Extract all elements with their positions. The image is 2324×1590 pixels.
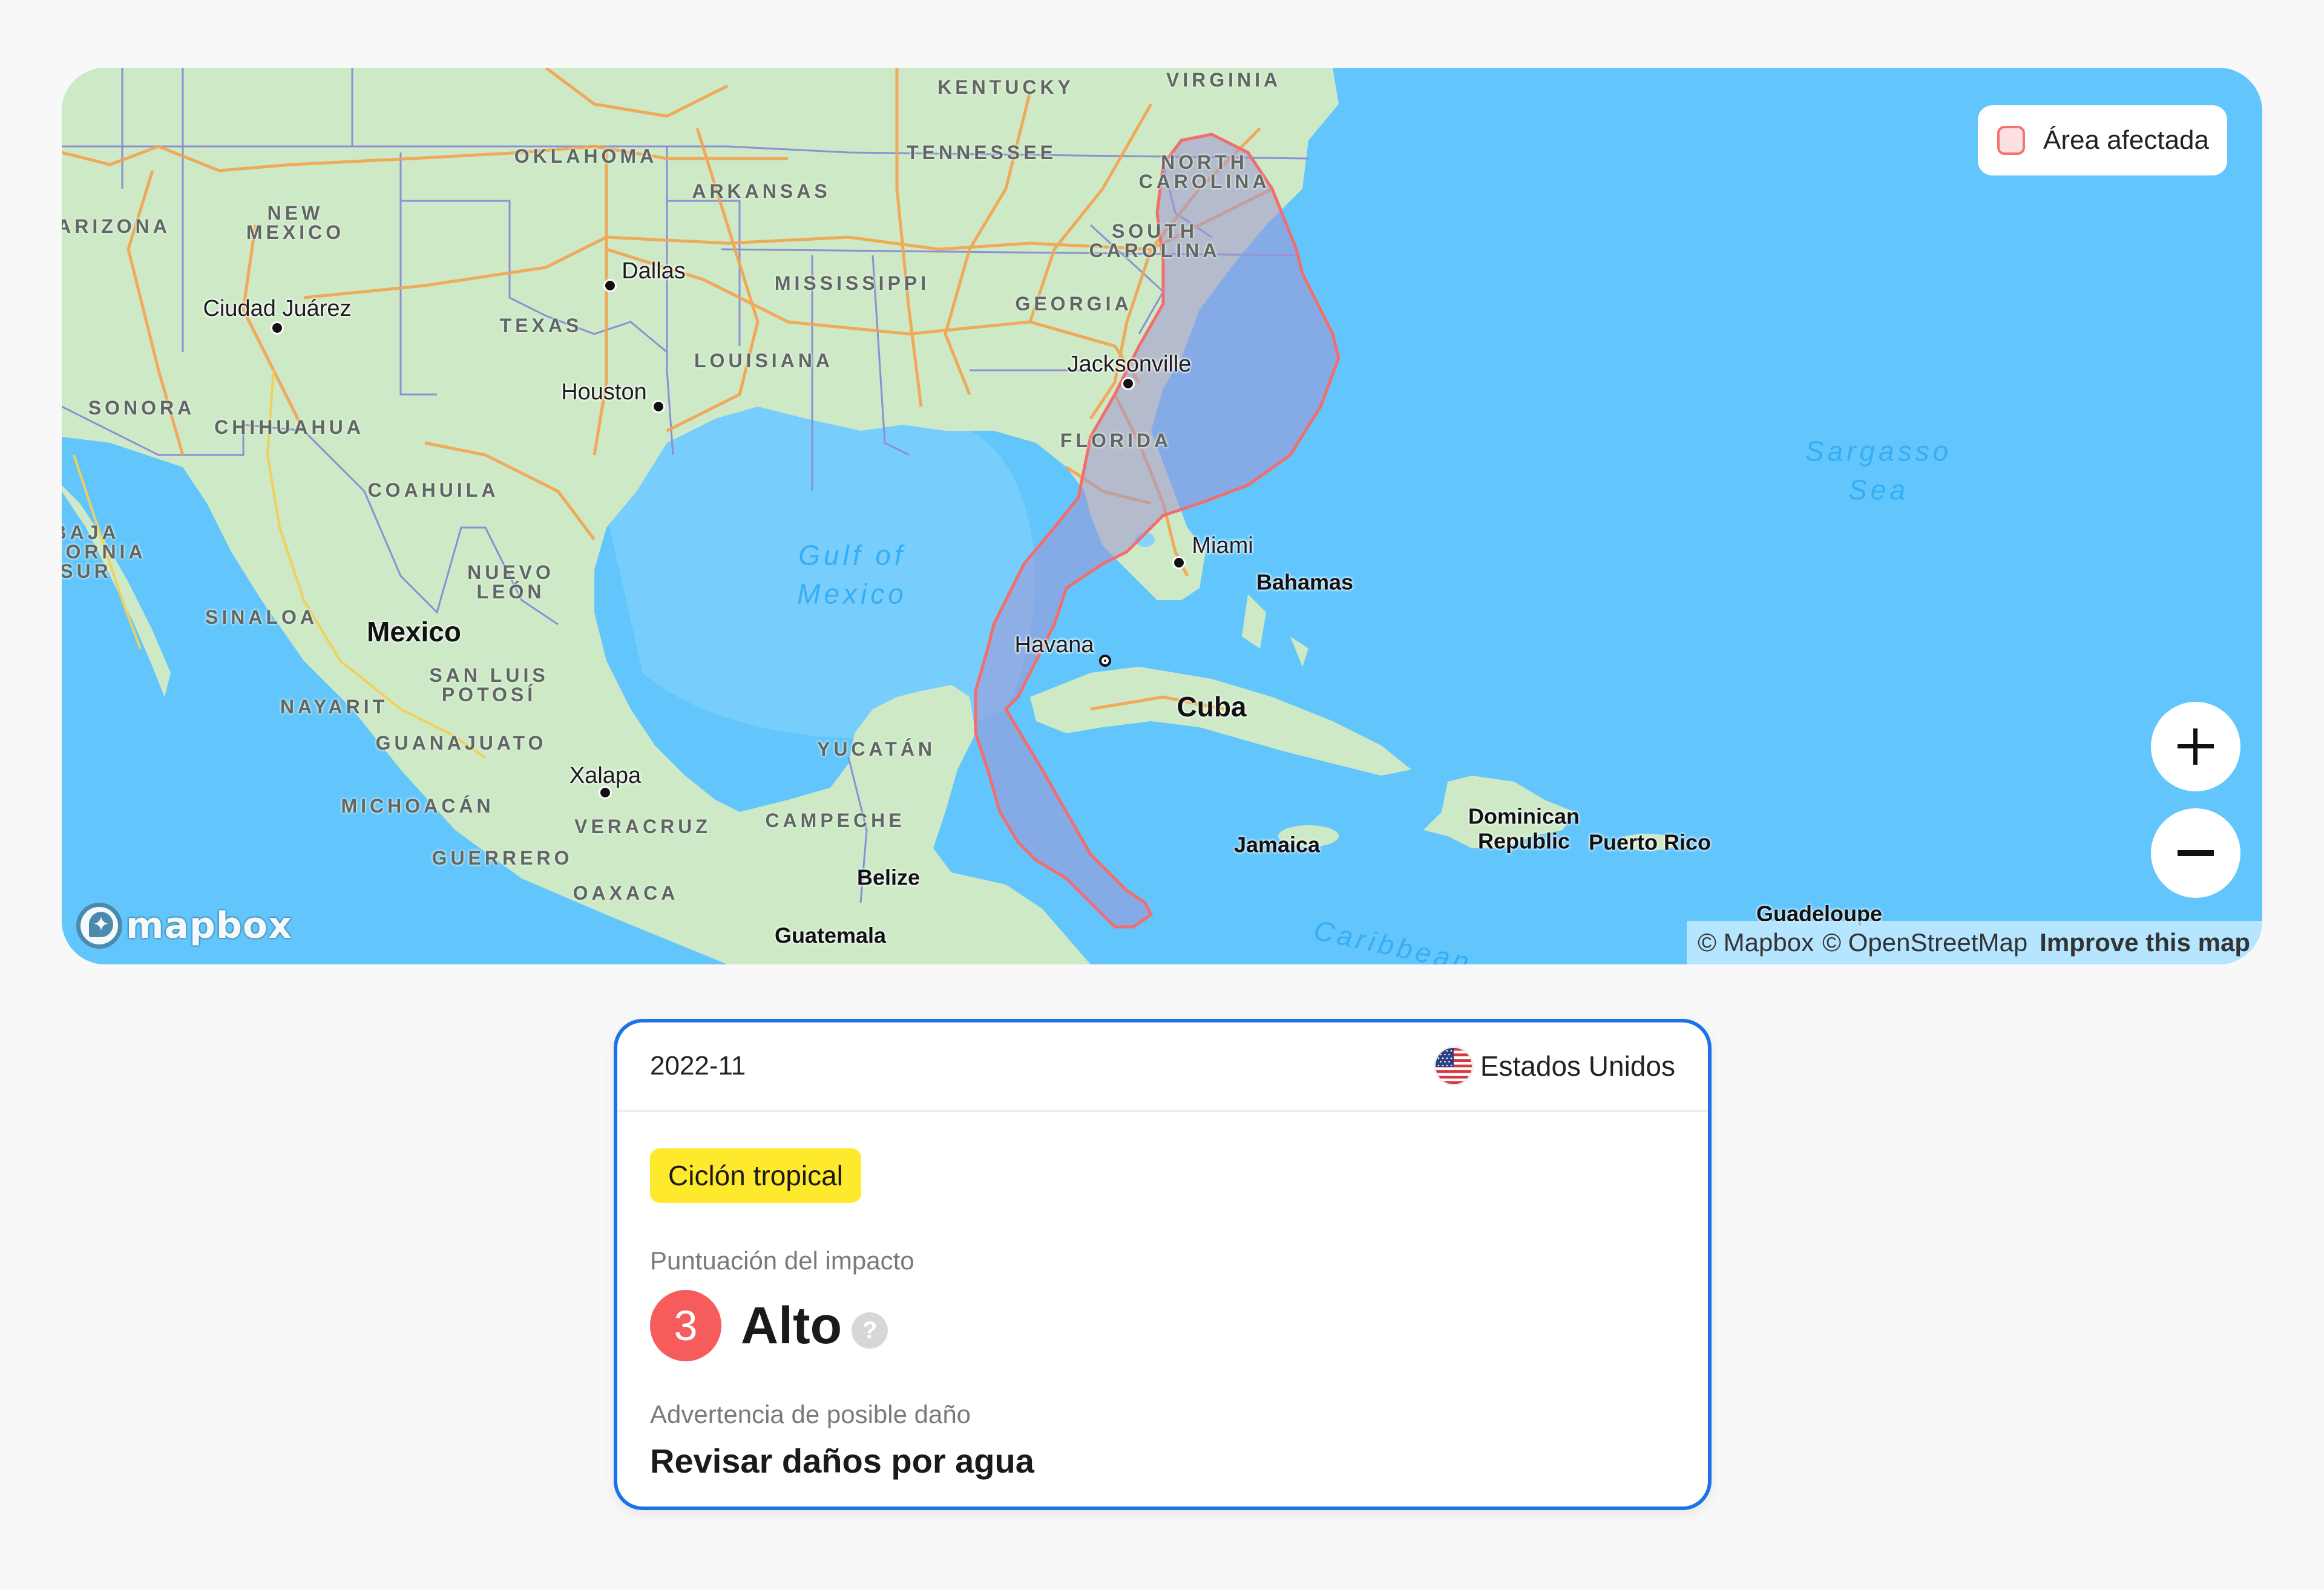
city-dot-miami (1174, 558, 1184, 568)
label-bahamas: Bahamas (1256, 569, 1354, 595)
damage-warning-label: Advertencia de posible daño (650, 1400, 971, 1428)
improve-map-link[interactable]: Improve this map (2040, 928, 2250, 957)
label-oklahoma: OKLAHOMA (514, 145, 658, 167)
damage-warning-value: Revisar daños por agua (650, 1442, 1034, 1480)
label-jamaica: Jamaica (1233, 832, 1321, 857)
label-nayarit: NAYARIT (280, 696, 389, 718)
capital-marker-havana (1099, 655, 1111, 667)
label-veracruz: VERACRUZ (574, 816, 711, 837)
event-card[interactable]: 2022-11 Estados Unidos Ciclón tropical P… (614, 1019, 1712, 1510)
label-new-mexico: NEW MEXICO (246, 202, 345, 243)
label-oaxaca: OAXACA (573, 882, 679, 904)
affected-area-swatch (1997, 126, 2026, 155)
label-dallas: Dallas (622, 258, 686, 284)
map-basemap[interactable] (62, 68, 2262, 964)
label-mississippi: MISSISSIPPI (774, 272, 930, 294)
impact-score-value: 3 (650, 1290, 721, 1361)
label-cuba: Cuba (1177, 691, 1247, 722)
label-guerrero: GUERRERO (432, 847, 573, 869)
mapbox-logo-icon (76, 903, 122, 949)
zoom-out-button[interactable] (2151, 808, 2240, 898)
label-coahuila: COAHUILA (367, 479, 499, 501)
card-body: Ciclón tropical Puntuación del impacto 3… (617, 1112, 1708, 1480)
label-havana: Havana (1014, 632, 1094, 658)
label-kentucky: KENTUCKY (937, 76, 1074, 98)
map-legend: Área afectada (1978, 105, 2227, 175)
label-xalapa: Xalapa (569, 763, 642, 788)
us-flag-icon (1435, 1048, 1472, 1084)
label-virginia: VIRGINIA (1166, 69, 1282, 91)
help-icon[interactable]: ? (852, 1312, 888, 1349)
label-miami: Miami (1192, 533, 1253, 558)
label-campeche: CAMPECHE (765, 810, 905, 831)
city-dot-xalapa (600, 788, 610, 797)
label-guanajuato: GUANAJUATO (375, 732, 547, 754)
label-chihuahua: CHIHUAHUA (214, 416, 364, 438)
card-header: 2022-11 Estados Unidos (617, 1022, 1708, 1112)
label-san-luis-potosi: SAN LUIS POTOSÍ (429, 664, 549, 705)
label-ciudad-juarez: Ciudad Juárez (203, 296, 352, 321)
mapbox-logo[interactable]: mapbox (76, 903, 292, 949)
label-georgia: GEORGIA (1015, 293, 1132, 315)
impact-level: Alto (741, 1296, 842, 1355)
label-dominican-republic: Dominican Republic (1468, 803, 1580, 854)
label-tennessee: TENNESSEE (907, 142, 1057, 163)
label-louisiana: LOUISIANA (694, 350, 833, 371)
label-michoacan: MICHOACÁN (341, 795, 494, 817)
impact-score-label: Puntuación del impacto (650, 1246, 914, 1275)
label-guatemala: Guatemala (774, 923, 887, 948)
attribution-mapbox-link[interactable]: © Mapbox (1698, 928, 1814, 957)
label-nuevo-leon: NUEVO LEÓN (467, 561, 554, 603)
label-sinaloa: SINALOA (205, 606, 318, 628)
label-arkansas: ARKANSAS (692, 180, 831, 202)
map-attribution: © Mapbox © OpenStreetMap Improve this ma… (1687, 921, 2262, 964)
event-country: Estados Unidos (1435, 1048, 1675, 1084)
mapbox-logo-text: mapbox (126, 905, 292, 947)
plus-icon (2178, 728, 2214, 765)
label-north-carolina: NORTH CAROLINA (1138, 151, 1270, 192)
label-texas: TEXAS (499, 315, 583, 336)
map-view[interactable]: KENTUCKY VIRGINIA OKLAHOMA TENNESSEE ARK… (62, 68, 2262, 964)
label-mexico: Mexico (367, 616, 461, 647)
minus-icon (2178, 850, 2214, 856)
label-baja-california-sur: BAJA LIFORNIA SUR (62, 522, 146, 582)
legend-label: Área afectada (2043, 125, 2209, 155)
label-belize: Belize (856, 865, 921, 890)
label-south-carolina: SOUTH CAROLINA (1089, 220, 1221, 261)
attribution-osm-link[interactable]: © OpenStreetMap (1822, 928, 2027, 957)
label-yucatan: YUCATÁN (816, 738, 936, 760)
event-date: 2022-11 (650, 1051, 746, 1081)
city-dot-ciudad-juarez (272, 323, 282, 333)
impact-score-row: 3 Alto ? (650, 1290, 1675, 1361)
label-houston: Houston (561, 379, 647, 405)
label-florida: FLORIDA (1060, 430, 1172, 451)
label-arizona: ARIZONA (62, 215, 171, 237)
label-sargasso-sea: Sargasso Sea (1805, 435, 1952, 506)
label-sonora: SONORA (88, 397, 195, 419)
label-puerto-rico: Puerto Rico (1588, 829, 1712, 855)
city-dot-houston (654, 402, 663, 411)
label-gulf-of-mexico: Gulf of Mexico (797, 539, 907, 610)
country-name: Estados Unidos (1480, 1050, 1675, 1082)
zoom-in-button[interactable] (2151, 702, 2240, 791)
city-dot-dallas (605, 281, 615, 290)
city-dot-jacksonville (1123, 379, 1133, 388)
label-jacksonville: Jacksonville (1067, 352, 1192, 377)
event-type-badge: Ciclón tropical (650, 1148, 861, 1203)
